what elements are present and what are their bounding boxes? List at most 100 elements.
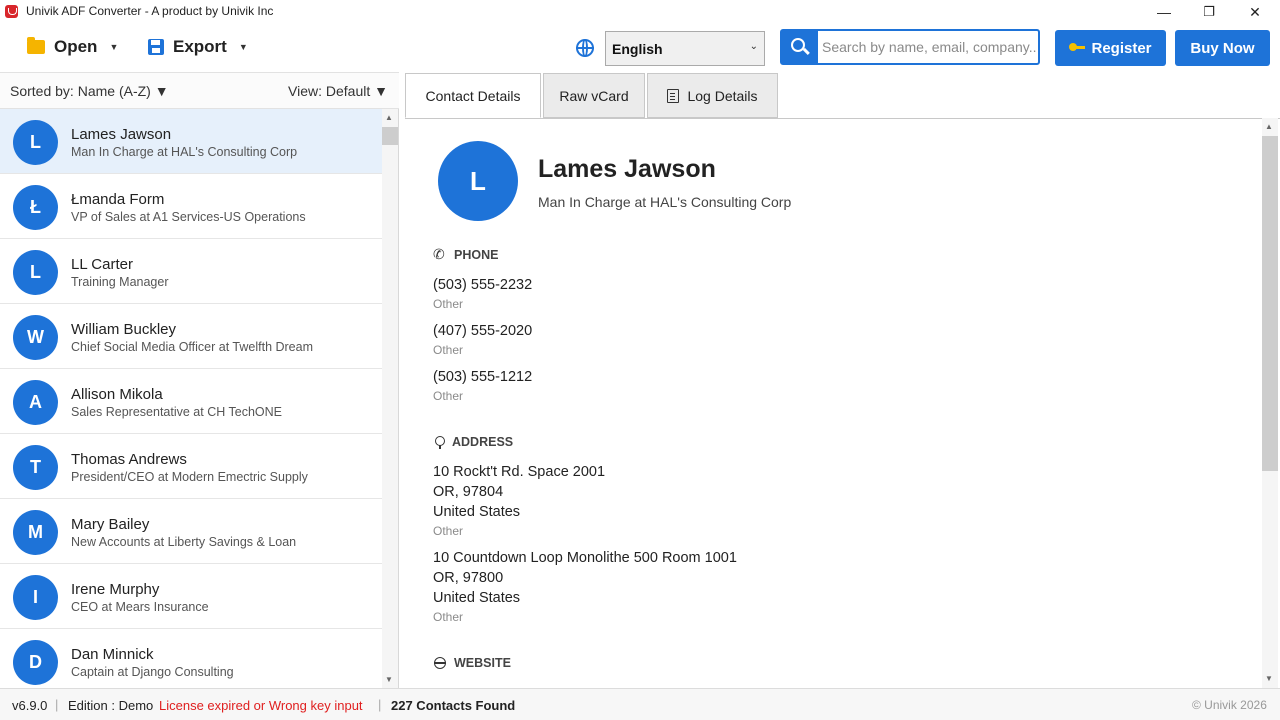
section-title: ADDRESS	[452, 435, 514, 449]
open-label: Open	[54, 37, 98, 56]
contact-name: LL Carter	[71, 256, 133, 273]
contact-subtitle: VP of Sales at A1 Services-US Operations	[71, 210, 306, 224]
detail-scrollbar[interactable]: ▲ ▼	[1262, 118, 1278, 688]
language-value: English	[612, 41, 663, 57]
register-label: Register	[1091, 39, 1152, 57]
scroll-up-icon[interactable]: ▲	[1265, 122, 1273, 131]
contact-list-scrollbar[interactable]: ▲ ▼	[382, 109, 398, 688]
phone-number: (407) 555-2020	[433, 323, 533, 339]
key-icon	[1069, 43, 1086, 53]
toolbar: Open ▼ Export ▼ English ⌄ Register Buy N…	[0, 24, 1280, 72]
contact-item[interactable]: I Irene Murphy CEO at Mears Insurance	[0, 564, 382, 629]
website-section-heading: WEBSITE	[434, 656, 511, 670]
contact-item[interactable]: L LL Carter Training Manager	[0, 239, 382, 304]
tab-label: Contact Details	[425, 87, 521, 104]
divider: |	[378, 697, 382, 712]
close-button[interactable]: ✕	[1232, 0, 1278, 24]
address-type: Other	[433, 524, 464, 538]
save-disk-icon	[148, 39, 164, 55]
contact-name: Łmanda Form	[71, 191, 165, 208]
maximize-button[interactable]: ❐	[1186, 0, 1232, 24]
contact-item[interactable]: L Lames Jawson Man In Charge at HAL's Co…	[0, 109, 382, 174]
contact-count: 227 Contacts Found	[391, 698, 516, 713]
contact-subtitle: Man In Charge at HAL's Consulting Corp	[71, 145, 298, 159]
sort-dropdown[interactable]: Sorted by: Name (A-Z) ▼	[10, 83, 169, 99]
buy-now-label: Buy Now	[1190, 39, 1255, 57]
contact-detail-pane: L Lames Jawson Man In Charge at HAL's Co…	[405, 118, 1280, 688]
tab-raw-vcard[interactable]: Raw vCard	[543, 73, 645, 118]
language-select[interactable]: English ⌄	[605, 31, 765, 66]
contact-item[interactable]: A Allison Mikola Sales Representative at…	[0, 369, 382, 434]
contact-item[interactable]: W William Buckley Chief Social Media Off…	[0, 304, 382, 369]
avatar: L	[438, 141, 518, 221]
detail-name: Lames Jawson	[538, 155, 716, 183]
contact-subtitle: Sales Representative at CH TechONE	[71, 405, 282, 419]
section-title: PHONE	[454, 248, 499, 262]
address-line: OR, 97800	[433, 570, 504, 586]
contact-subtitle: Captain at Django Consulting	[71, 665, 234, 679]
search-button[interactable]	[782, 31, 818, 63]
scrollbar-thumb[interactable]	[1262, 136, 1278, 471]
contact-item[interactable]: T Thomas Andrews President/CEO at Modern…	[0, 434, 382, 499]
scroll-up-icon[interactable]: ▲	[385, 113, 393, 122]
view-dropdown[interactable]: View: Default ▼	[288, 83, 388, 99]
address-line: United States	[433, 590, 521, 606]
status-bar: v6.9.0 | Edition : Demo License expired …	[0, 688, 1280, 720]
tab-label: Log Details	[687, 87, 758, 104]
caret-down-icon: ▼	[109, 42, 119, 52]
buy-now-button[interactable]: Buy Now	[1175, 30, 1270, 66]
divider: |	[55, 697, 59, 712]
avatar: Ł	[13, 185, 58, 230]
tab-log-details[interactable]: Log Details	[647, 73, 778, 118]
phone-number: (503) 555-2232	[433, 277, 533, 293]
search-input[interactable]	[822, 37, 1036, 57]
export-menu-button[interactable]: Export ▼	[148, 37, 248, 57]
contact-name: Irene Murphy	[71, 581, 160, 598]
contact-name: Allison Mikola	[71, 386, 163, 403]
phone-type: Other	[433, 389, 464, 403]
license-warning: License expired or Wrong key input	[159, 698, 363, 713]
chevron-down-icon: ⌄	[749, 41, 758, 52]
avatar: M	[13, 510, 58, 555]
contact-subtitle: Training Manager	[71, 275, 169, 289]
title-bar: Univik ADF Converter - A product by Univ…	[0, 0, 1280, 24]
register-button[interactable]: Register	[1055, 30, 1166, 66]
contact-item[interactable]: Ł Łmanda Form VP of Sales at A1 Services…	[0, 174, 382, 239]
detail-tabs: Contact Details Raw vCard Log Details	[405, 73, 778, 118]
window-title: Univik ADF Converter - A product by Univ…	[26, 4, 274, 18]
contact-name: William Buckley	[71, 321, 177, 338]
avatar: L	[13, 250, 58, 295]
contact-item[interactable]: D Dan Minnick Captain at Django Consulti…	[0, 629, 382, 688]
detail-subtitle: Man In Charge at HAL's Consulting Corp	[538, 194, 792, 210]
minimize-button[interactable]: —	[1141, 0, 1187, 24]
contact-name: Lames Jawson	[71, 126, 172, 143]
contact-item[interactable]: M Mary Bailey New Accounts at Liberty Sa…	[0, 499, 382, 564]
phone-icon	[433, 246, 446, 263]
location-pin-icon	[434, 436, 445, 449]
search-box	[780, 29, 1040, 65]
app-logo-icon	[5, 5, 18, 18]
phone-type: Other	[433, 297, 464, 311]
contact-name: Dan Minnick	[71, 646, 154, 663]
address-line: 10 Rockt't Rd. Space 2001	[433, 464, 606, 480]
tab-contact-details[interactable]: Contact Details	[405, 73, 541, 118]
scroll-down-icon[interactable]: ▼	[385, 675, 393, 684]
export-label: Export	[173, 37, 227, 56]
avatar: T	[13, 445, 58, 490]
avatar: D	[13, 640, 58, 685]
contact-subtitle: New Accounts at Liberty Savings & Loan	[71, 535, 297, 549]
contacts-panel: Sorted by: Name (A-Z) ▼ View: Default ▼ …	[0, 72, 399, 688]
address-line: United States	[433, 504, 521, 520]
edition-text: Edition : Demo	[68, 698, 154, 713]
copyright-text: © Univik 2026	[1192, 698, 1267, 712]
caret-down-icon: ▼	[238, 42, 248, 52]
contact-name: Thomas Andrews	[71, 451, 187, 468]
phone-number: (503) 555-1212	[433, 369, 533, 385]
scrollbar-thumb[interactable]	[382, 127, 398, 145]
contact-subtitle: Chief Social Media Officer at Twelfth Dr…	[71, 340, 313, 354]
scroll-down-icon[interactable]: ▼	[1265, 674, 1273, 683]
section-title: WEBSITE	[454, 656, 511, 670]
avatar: W	[13, 315, 58, 360]
address-section-heading: ADDRESS	[434, 435, 513, 449]
open-menu-button[interactable]: Open ▼	[27, 37, 118, 57]
